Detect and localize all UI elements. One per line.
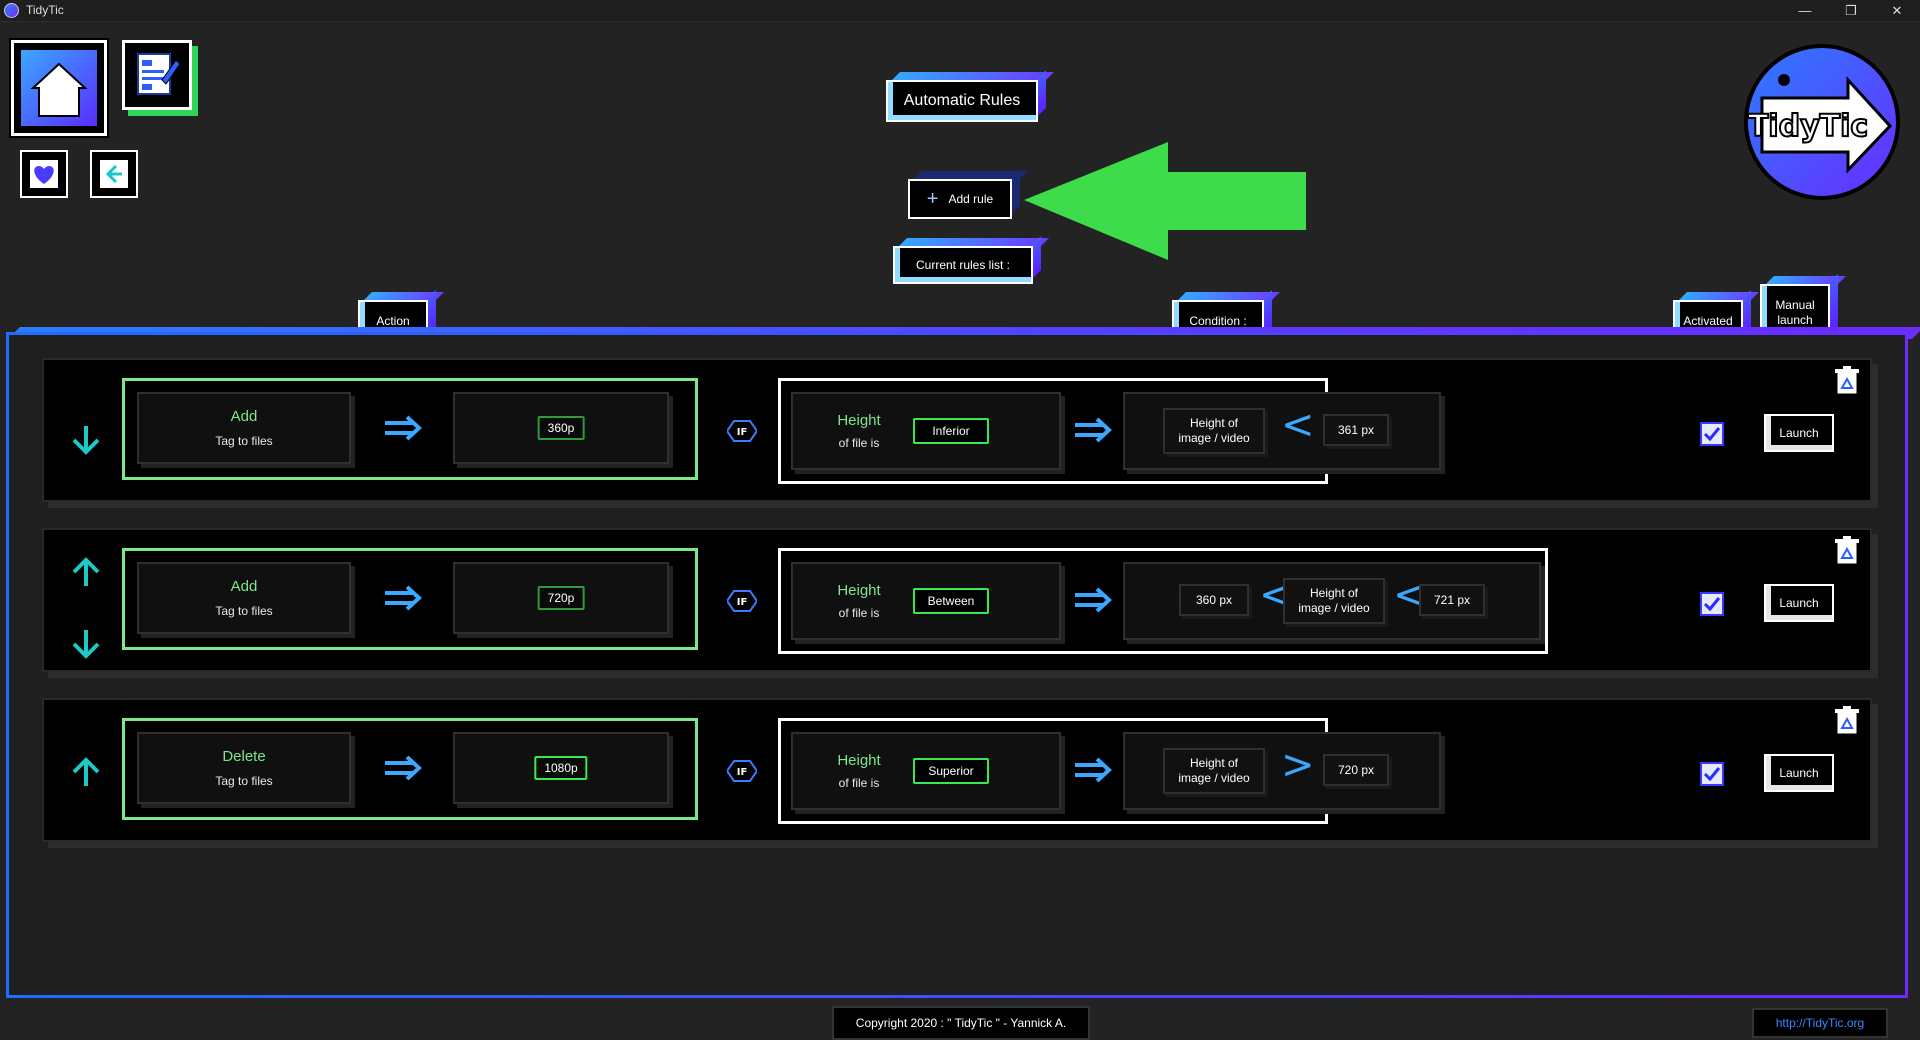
double-arrow-right-icon (1075, 587, 1112, 613)
svg-text:IF: IF (737, 427, 748, 438)
target-chip: Height of image / video (1283, 578, 1385, 624)
greater-than-symbol: > (1281, 742, 1315, 788)
condition-frame: Height of file is Between 360 px < Heigh… (778, 548, 1548, 654)
double-arrow-right-icon (385, 585, 422, 611)
action-cell[interactable]: Add Tag to files (137, 562, 351, 634)
comparison-cell[interactable]: Height of image / video > 720 px (1123, 732, 1441, 810)
svg-text:IF: IF (737, 767, 748, 778)
if-icon: IF (727, 760, 757, 782)
checkbox-icon[interactable] (1700, 762, 1724, 786)
condition-cell[interactable]: Height of file is Superior (791, 732, 1061, 810)
copyright-text: Copyright 2020 : " TidyTic " - Yannick A… (832, 1006, 1090, 1040)
rule-row: Delete Tag to files 1080p IF Height of f… (42, 698, 1872, 842)
tag-chip: 1080p (534, 756, 588, 780)
launch-button[interactable]: Launch (1764, 584, 1834, 622)
app-icon (4, 3, 19, 18)
action-verb: Add (230, 408, 258, 425)
page-title: Automatic Rules (886, 80, 1038, 122)
condition-cell[interactable]: Height of file is Inferior (791, 392, 1061, 470)
current-rules-list-label: Current rules list : (893, 246, 1033, 284)
limit-chip: 720 px (1323, 754, 1389, 786)
home-icon (21, 50, 97, 126)
double-arrow-right-icon (1075, 757, 1112, 783)
edit-icon (137, 53, 181, 95)
action-object: Tag to files (215, 774, 273, 788)
trash-icon[interactable] (1834, 536, 1860, 566)
action-object: Tag to files (215, 604, 273, 618)
svg-text:TidyTic: TidyTic (1748, 109, 1868, 144)
double-arrow-right-icon (385, 415, 422, 441)
website-link[interactable]: http://TidyTic.org (1752, 1008, 1888, 1038)
upper-limit-chip: 721 px (1419, 584, 1485, 616)
target-chip: Height of image / video (1163, 748, 1265, 794)
rule-row: Add Tag to files 360p IF Height of file … (42, 358, 1872, 502)
back-button[interactable] (90, 150, 138, 198)
if-icon: IF (727, 590, 757, 612)
arrow-up-icon[interactable] (66, 552, 106, 592)
action-value-cell[interactable]: 1080p (453, 732, 669, 804)
lower-limit-chip: 360 px (1179, 584, 1249, 616)
add-rule-label: Add rule (948, 191, 994, 206)
minimize-button[interactable]: — (1782, 0, 1828, 22)
limit-chip: 361 px (1323, 414, 1389, 446)
if-icon: IF (727, 420, 757, 442)
back-arrow-icon (100, 160, 128, 188)
operator-chip: Between (913, 588, 989, 614)
favorites-button[interactable] (20, 150, 68, 198)
condition-frame: Height of file is Superior Height of ima… (778, 718, 1441, 824)
arrow-up-icon[interactable] (66, 752, 106, 792)
trash-icon[interactable] (1834, 366, 1860, 396)
tidytic-logo: TidyTic (1744, 44, 1900, 200)
home-button[interactable] (11, 40, 107, 136)
add-rule-button[interactable]: + Add rule (908, 179, 1012, 219)
plus-icon: + (926, 187, 939, 210)
action-value-cell[interactable]: 720p (453, 562, 669, 634)
condition-cell[interactable]: Height of file is Between (791, 562, 1061, 640)
checkbox-icon[interactable] (1700, 422, 1724, 446)
launch-button[interactable]: Launch (1764, 414, 1834, 452)
comparison-cell[interactable]: Height of image / video < 361 px (1123, 392, 1441, 470)
action-frame: Add Tag to files 720p (122, 548, 698, 650)
action-frame: Add Tag to files 360p (122, 378, 698, 480)
trash-icon[interactable] (1834, 706, 1860, 736)
action-object: Tag to files (215, 434, 273, 448)
tag-chip: 360p (537, 416, 585, 440)
checkbox-icon[interactable] (1700, 592, 1724, 616)
svg-text:IF: IF (737, 597, 748, 608)
arrow-down-icon[interactable] (66, 420, 106, 460)
target-chip: Height of image / video (1163, 408, 1265, 454)
less-than-symbol: < (1281, 402, 1315, 448)
launch-button[interactable]: Launch (1764, 754, 1834, 792)
rule-row: Add Tag to files 720p IF Height of file … (42, 528, 1872, 672)
operator-chip: Superior (913, 758, 989, 784)
big-arrow-icon (1024, 142, 1306, 260)
maximize-button[interactable]: ❐ (1828, 0, 1874, 22)
operator-chip: Inferior (913, 418, 989, 444)
action-verb: Delete (222, 748, 266, 765)
tag-chip: 720p (537, 586, 585, 610)
action-frame: Delete Tag to files 1080p (122, 718, 698, 820)
action-value-cell[interactable]: 360p (453, 392, 669, 464)
double-arrow-right-icon (1075, 417, 1112, 443)
action-cell[interactable]: Delete Tag to files (137, 732, 351, 804)
action-cell[interactable]: Add Tag to files (137, 392, 351, 464)
heart-icon (30, 160, 58, 188)
condition-frame: Height of file is Inferior Height of ima… (778, 378, 1441, 484)
arrow-down-icon[interactable] (66, 624, 106, 664)
window-title: TidyTic (26, 3, 64, 17)
comparison-cell[interactable]: 360 px < Height of image / video < 721 p… (1123, 562, 1541, 640)
title-bar: TidyTic — ❐ ✕ (0, 0, 1920, 22)
edit-rules-button[interactable] (122, 40, 192, 110)
double-arrow-right-icon (385, 755, 422, 781)
action-verb: Add (230, 578, 258, 595)
close-button[interactable]: ✕ (1874, 0, 1920, 22)
